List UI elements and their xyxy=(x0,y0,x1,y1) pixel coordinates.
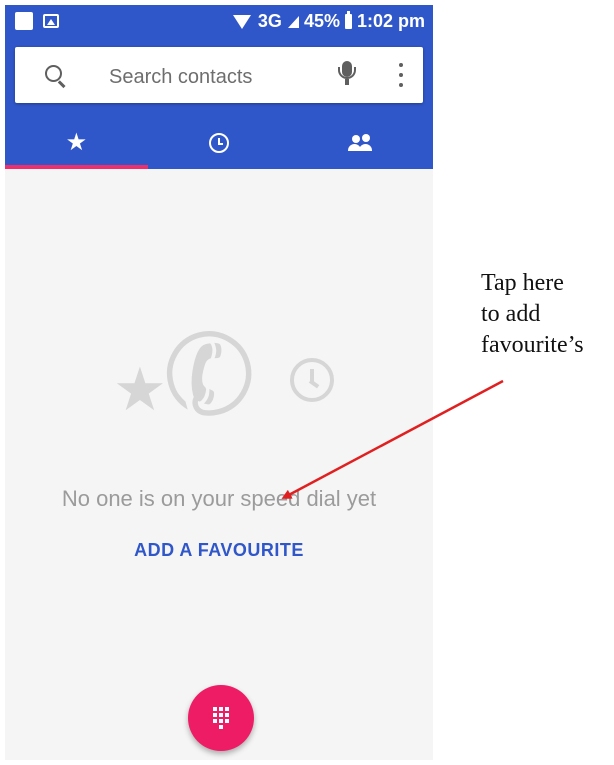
network-type: 3G xyxy=(257,11,282,31)
phone-icon: ✆ xyxy=(148,303,272,449)
clock-icon xyxy=(209,133,229,153)
dialpad-icon xyxy=(213,707,229,729)
notification-icon xyxy=(15,12,33,30)
dialpad-button[interactable] xyxy=(188,685,254,751)
search-input[interactable] xyxy=(107,63,321,91)
people-icon xyxy=(347,134,376,152)
star-icon: ★ xyxy=(65,129,88,156)
search-bar[interactable] xyxy=(15,47,423,103)
wifi-icon xyxy=(232,14,251,29)
clock-icon xyxy=(290,358,334,402)
app-header: 3G 45% 1:02 pm ★ xyxy=(5,5,433,169)
battery-percent: 45% xyxy=(303,11,340,31)
more-options-icon[interactable] xyxy=(391,63,411,87)
annotation-line: to add xyxy=(481,301,541,327)
annotation-line: favourite’s xyxy=(481,332,584,358)
microphone-icon[interactable] xyxy=(338,61,356,85)
phone-screen: 3G 45% 1:02 pm ★ xyxy=(5,5,433,760)
status-indicators: 3G 45% 1:02 pm xyxy=(232,11,425,32)
speed-dial-illustration: ★ ✆ xyxy=(105,303,335,460)
add-favourite-button[interactable]: ADD A FAVOURITE xyxy=(5,540,433,561)
status-time: 1:02 pm xyxy=(356,11,425,31)
tab-contacts[interactable] xyxy=(290,117,433,169)
signal-icon xyxy=(287,15,299,28)
tab-recents[interactable] xyxy=(148,117,291,169)
annotation-line: Tap here xyxy=(481,270,564,296)
annotation-callout: Tap here to add favourite’s xyxy=(481,268,611,361)
search-icon[interactable] xyxy=(45,65,62,82)
battery-icon xyxy=(344,11,352,29)
tab-bar: ★ xyxy=(5,117,433,169)
tab-favourites[interactable]: ★ xyxy=(5,117,148,169)
empty-state-message: No one is on your speed dial yet xyxy=(61,486,377,511)
notification-icons xyxy=(15,12,59,30)
status-bar: 3G 45% 1:02 pm xyxy=(5,5,433,39)
image-icon xyxy=(43,14,59,28)
